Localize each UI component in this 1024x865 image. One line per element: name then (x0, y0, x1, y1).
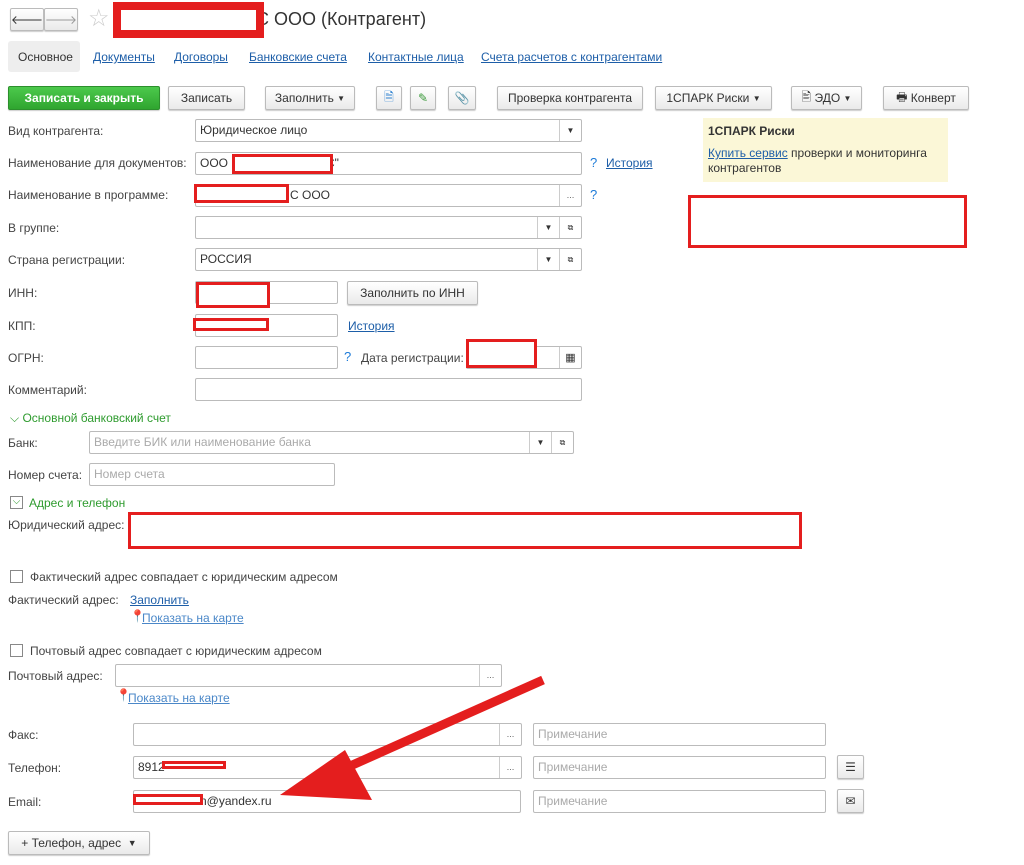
annotation-arrow (280, 675, 545, 800)
